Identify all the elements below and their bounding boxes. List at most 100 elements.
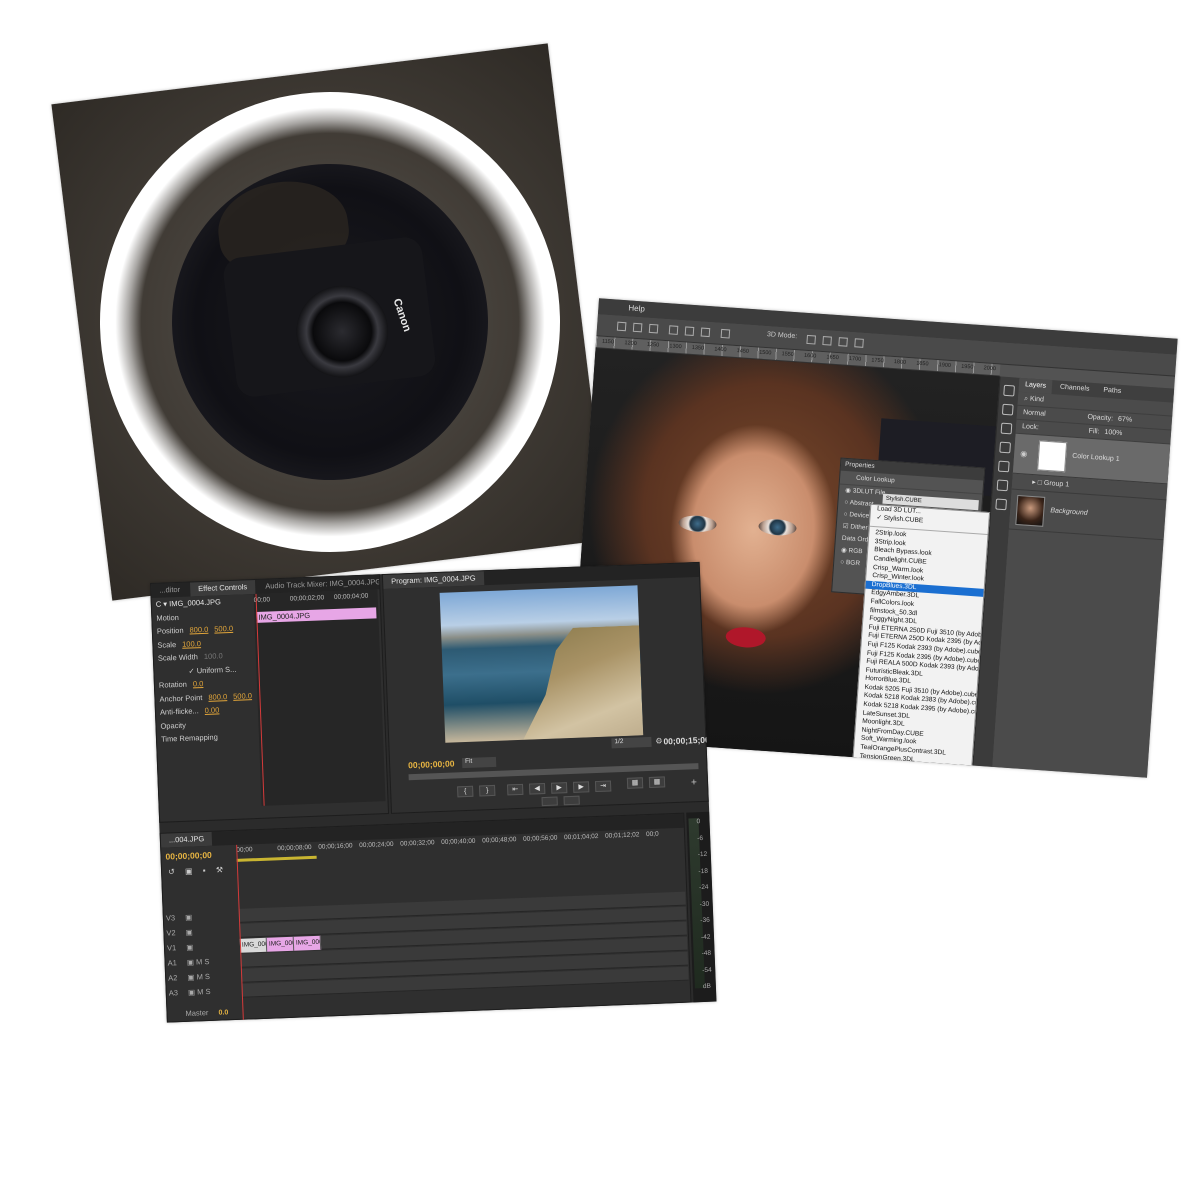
meter-scale-label: -24 <box>698 883 709 892</box>
fx-property-label: Motion <box>156 612 180 623</box>
snap-icon[interactable]: ↺ <box>168 867 175 876</box>
rotate-3d-icon[interactable] <box>806 334 816 345</box>
step-forward-button[interactable]: ▶ <box>572 781 590 793</box>
tab-editor[interactable]: ...ditor <box>151 583 188 598</box>
tab-sequence[interactable]: ...004.JPG <box>160 831 213 848</box>
roll-3d-icon[interactable] <box>822 336 832 346</box>
track-name: V1 <box>166 943 177 953</box>
fx-property-value[interactable]: 800.0 <box>208 692 227 702</box>
track-toggle-icon[interactable]: ▣ <box>183 913 192 922</box>
track-header[interactable]: V2 ▣ <box>166 924 236 941</box>
brush-panel-icon[interactable] <box>1000 422 1013 435</box>
timeline-clip[interactable]: IMG_000 <box>293 935 322 951</box>
fx-property-value[interactable]: 100.0 <box>182 639 201 649</box>
align-top-icon[interactable] <box>668 325 679 335</box>
adjustments-icon[interactable] <box>995 498 1008 511</box>
go-to-out-button[interactable]: ⇥ <box>594 780 612 793</box>
distribute-icon[interactable] <box>720 328 731 339</box>
paragraph-icon[interactable] <box>997 460 1010 473</box>
meter-scale-label: 0 <box>696 818 701 826</box>
go-to-in-button[interactable]: ⇤ <box>506 783 524 796</box>
search-icon: ⌕ <box>1023 395 1029 403</box>
lift-button[interactable]: ▦ <box>626 777 644 789</box>
fx-property-value[interactable]: 500.0 <box>214 624 233 634</box>
tab-channels[interactable]: Channels <box>1053 380 1095 397</box>
timeline-clip[interactable]: IMG_000 <box>266 936 295 952</box>
step-back-button[interactable]: ◀ <box>528 782 546 795</box>
timeline-ruler-label: 00;00;40;00 <box>441 837 476 847</box>
fx-property-label: Anti-flicke... <box>159 706 199 717</box>
timeline-timecode[interactable]: 00;00;00;00 <box>165 850 212 862</box>
fx-property-value[interactable]: 0.00 <box>205 705 220 715</box>
track-toggle-icon[interactable]: ▣ <box>183 928 193 937</box>
wrench-icon[interactable]: ⚒ <box>216 865 224 874</box>
track-name: V2 <box>166 928 176 938</box>
fx-playhead[interactable] <box>255 593 265 806</box>
meter-scale-label: -42 <box>700 933 711 941</box>
play-button[interactable]: ▶ <box>550 782 568 794</box>
ruler-tick-label: 1850 <box>916 360 929 368</box>
layer-name: Color Lookup 1 <box>1071 452 1120 463</box>
timeline-ruler-label: 00;00;48;00 <box>482 836 517 845</box>
fx-clip-bar[interactable]: IMG_0004.JPG <box>256 607 377 623</box>
program-timecode[interactable]: 00;00;00;00 <box>408 758 455 770</box>
drag-3d-icon[interactable] <box>838 337 848 347</box>
fx-property-value[interactable]: 500.0 <box>233 691 252 701</box>
blend-mode-select[interactable]: Normal <box>1023 409 1046 418</box>
marker-icon[interactable]: ▪ <box>203 866 206 875</box>
opacity-value[interactable]: 67% <box>1118 416 1132 424</box>
track-header[interactable]: V3 ▣ <box>166 909 236 926</box>
ruler-tick-label: 1450 <box>736 348 750 355</box>
ruler-tick-label: 1750 <box>871 357 884 365</box>
tab-program[interactable]: Program: IMG_0004.JPG <box>382 571 484 590</box>
lut-dropdown-menu: Load 3D LUT... ✓ Stylish.CUBE 2Strip.loo… <box>851 503 991 778</box>
export-frame-button[interactable] <box>541 796 558 807</box>
mute-icon[interactable]: M <box>195 987 204 996</box>
mark-in-button[interactable]: { <box>457 785 474 798</box>
ruler-tick-label: 1500 <box>758 349 772 357</box>
ruler-tick-label: 1300 <box>669 343 682 351</box>
fx-property-value[interactable]: 0.0 <box>193 679 204 688</box>
play-icon[interactable] <box>1001 403 1014 416</box>
comparison-button[interactable] <box>563 795 580 806</box>
solo-icon[interactable]: S <box>203 972 210 981</box>
timeline-clip[interactable]: IMG_000 <box>239 937 268 953</box>
align-center-icon[interactable] <box>632 322 643 333</box>
layer-name: Group 1 <box>1043 479 1070 489</box>
mute-icon[interactable]: M <box>194 972 203 981</box>
meter-scale-label: -18 <box>698 867 708 875</box>
tab-effect-controls[interactable]: Effect Controls <box>189 579 256 597</box>
add-button-icon[interactable]: + <box>691 777 697 788</box>
solo-icon[interactable]: S <box>202 957 209 966</box>
fx-property-value[interactable]: 800.0 <box>189 625 208 635</box>
master-value[interactable]: 0.0 <box>218 1009 228 1016</box>
wrench-icon[interactable]: ⚙ <box>655 736 663 745</box>
fill-value[interactable]: 100% <box>1104 429 1122 437</box>
align-bottom-icon[interactable] <box>700 327 711 338</box>
tab-paths[interactable]: Paths <box>1097 383 1128 399</box>
extract-button[interactable]: ▦ <box>648 776 666 788</box>
visibility-eye-icon[interactable]: ◉ <box>1020 449 1028 458</box>
history-icon[interactable] <box>1003 384 1015 397</box>
fit-select[interactable]: Fit <box>461 756 497 769</box>
linked-icon[interactable]: ▣ <box>185 867 193 876</box>
character-icon[interactable] <box>999 441 1012 454</box>
track-toggle-icon[interactable]: ▣ <box>184 943 193 952</box>
resolution-select[interactable]: 1/2 <box>611 736 652 749</box>
align-right-icon[interactable] <box>648 323 659 334</box>
align-left-icon[interactable] <box>616 321 627 332</box>
effect-controls-panel: ...ditor Effect Controls Audio Track Mix… <box>150 574 390 823</box>
fx-clip-name[interactable]: IMG_0004.JPG <box>169 597 221 608</box>
solo-icon[interactable]: S <box>203 987 210 996</box>
3d-mode-label: 3D Mode: <box>766 331 798 341</box>
properties-icon[interactable] <box>996 479 1009 492</box>
mute-icon[interactable]: M <box>194 957 203 966</box>
track-header[interactable]: A2 ▣ M S <box>168 969 238 986</box>
slide-3d-icon[interactable] <box>854 338 864 348</box>
align-middle-icon[interactable] <box>684 326 695 336</box>
track-header[interactable]: A1 ▣ M S <box>167 954 237 971</box>
track-header[interactable]: A3 ▣ M S <box>169 984 239 1001</box>
track-header[interactable]: V1 ▣ <box>167 939 237 956</box>
mark-out-button[interactable]: } <box>479 784 496 797</box>
menu-help[interactable]: Help <box>628 303 645 313</box>
